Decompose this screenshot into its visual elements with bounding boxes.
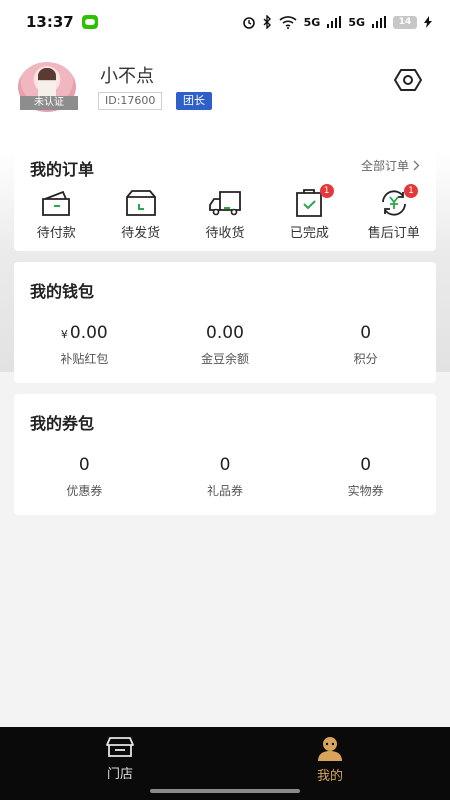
wechat-notification-icon [81, 15, 98, 29]
network-label: 5G [303, 15, 321, 29]
profile-icon [318, 737, 342, 761]
verification-badge: 未认证 [20, 96, 78, 110]
user-id-tag: ID:17600 [98, 92, 163, 110]
stat-label: 金豆余额 [200, 352, 249, 366]
order-status-pending-receipt[interactable]: 待收货 [183, 188, 267, 241]
order-status-completed[interactable]: 1 已完成 [267, 184, 351, 241]
wallet-stat-gold-beans[interactable]: 0.00 金豆余额 [155, 322, 296, 367]
order-status-label: 待发货 [121, 226, 161, 241]
stat-label: 礼品券 [206, 484, 243, 498]
coupon-stats: 0 优惠券 0 礼品券 0 实物券 [14, 454, 436, 499]
charging-icon [424, 16, 432, 28]
settings-button[interactable] [392, 64, 424, 96]
stat-value: 0 [219, 455, 231, 475]
stat-value: 0.00 [206, 323, 244, 343]
order-status-pending-shipment[interactable]: 待发货 [98, 188, 182, 241]
status-time: 13:37 [26, 13, 74, 31]
stat-value: 0 [78, 455, 90, 475]
wallet-card: 我的钱包 ¥0.00 补贴红包 0.00 金豆余额 0 积分 [14, 262, 436, 383]
coupon-card: 我的券包 0 优惠券 0 礼品券 0 实物券 [14, 394, 436, 515]
chevron-right-icon [413, 160, 420, 171]
signal-icon [327, 16, 342, 28]
status-bar: 13:37 5G 5G 14 [0, 0, 450, 44]
all-orders-label: 全部订单 [360, 159, 409, 173]
battery-indicator: 14 [393, 15, 417, 29]
bluetooth-icon [263, 15, 271, 29]
profile-header: 未认证 小不点 ID:17600 团长 [18, 62, 432, 114]
stat-value: ¥0.00 [61, 322, 108, 344]
stat-label: 补贴红包 [60, 352, 109, 366]
order-status-label: 待收货 [205, 226, 245, 241]
stat-label: 优惠券 [66, 484, 103, 498]
coupon-stat-gift[interactable]: 0 礼品券 [155, 454, 296, 499]
order-status-pending-payment[interactable]: 待付款 [14, 188, 98, 241]
box-icon [125, 190, 156, 216]
wallet-stat-points[interactable]: 0 积分 [295, 322, 436, 367]
store-icon [106, 737, 134, 757]
alarm-icon [242, 17, 255, 29]
all-orders-link[interactable]: 全部订单 [361, 157, 420, 174]
stat-label: 实物券 [347, 484, 384, 498]
notification-badge: 1 [319, 184, 334, 198]
stat-value: 0 [360, 455, 372, 475]
wifi-icon [279, 15, 297, 29]
wallet-stat-subsidy[interactable]: ¥0.00 补贴红包 [14, 322, 155, 367]
orders-title: 我的订单 [30, 160, 95, 179]
network-label-2: 5G [348, 15, 365, 29]
coupon-stat-discount[interactable]: 0 优惠券 [14, 454, 155, 499]
home-indicator[interactable] [150, 789, 300, 793]
order-status-label: 已完成 [289, 226, 329, 241]
notification-badge: 1 [403, 184, 418, 198]
status-icons: 5G 5G 14 [242, 15, 432, 29]
wallet-stats: ¥0.00 补贴红包 0.00 金豆余额 0 积分 [14, 322, 436, 367]
order-status-label: 待付款 [36, 226, 76, 241]
stat-value: 0 [360, 323, 372, 343]
currency-symbol: ¥ [60, 328, 68, 341]
coupon-stat-physical[interactable]: 0 实物券 [295, 454, 436, 499]
role-badge: 团长 [176, 92, 212, 110]
subsidy-amount: 0.00 [69, 323, 108, 343]
stat-label: 积分 [353, 352, 378, 366]
tab-label: 我的 [316, 769, 343, 784]
user-nickname: 小不点 [100, 66, 154, 87]
truck-icon [209, 191, 241, 216]
gear-icon [394, 69, 422, 91]
tab-mine[interactable]: 我的 [300, 735, 360, 784]
coupons-title: 我的券包 [30, 414, 95, 433]
tab-label: 门店 [106, 767, 133, 782]
tab-store[interactable]: 门店 [90, 735, 150, 782]
order-status-after-sales[interactable]: 1 售后订单 [352, 184, 436, 241]
order-status-label: 售后订单 [367, 226, 420, 241]
order-status-row: 待付款 待发货 待收货 1 已完成 1 售后订单 [14, 184, 436, 241]
wallet-icon [42, 190, 71, 216]
wallet-title: 我的钱包 [30, 282, 95, 301]
signal-icon-2 [372, 16, 386, 28]
orders-card: 我的订单 全部订单 待付款 待发货 待收货 1 已完成 1 售后订单 [14, 140, 436, 251]
